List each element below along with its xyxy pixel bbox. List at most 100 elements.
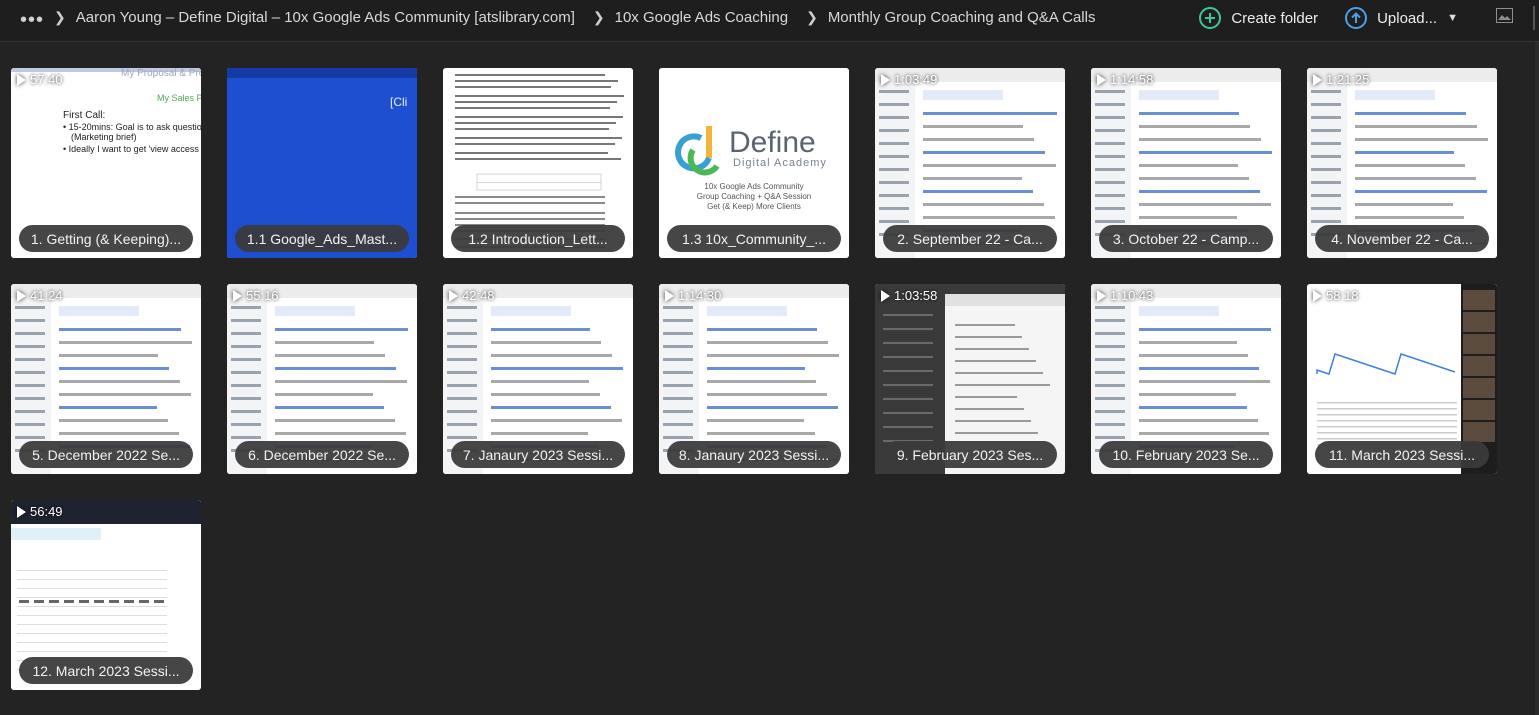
file-name-label: 7. Janaury 2023 Sessi... (451, 441, 625, 468)
file-name-label: 9. February 2023 Ses... (883, 441, 1057, 468)
play-icon (1097, 73, 1106, 86)
duration-text: 1:03:58 (894, 288, 938, 303)
play-icon (449, 289, 458, 302)
file-tile[interactable]: My Proposal & Pre My Sales P First Call: • … (11, 68, 201, 258)
chevron-right-icon: ❯ (806, 9, 818, 25)
breadcrumb-item[interactable]: Aaron Young – Define Digital – 10x Googl… (76, 9, 575, 26)
duration-text: 1:10:43 (1110, 288, 1154, 303)
duration-badge: 1:21:25 (1313, 72, 1369, 87)
file-tile[interactable]: 1:03:49 2. September 22 - Ca... (875, 68, 1065, 258)
play-icon (233, 289, 242, 302)
file-name: 6. December 2022 Se... (248, 446, 396, 463)
file-tile[interactable]: 1:03:58 9. February 2023 Ses... (875, 284, 1065, 474)
create-folder-label: Create folder (1231, 9, 1319, 27)
upload-label: Upload... (1377, 9, 1438, 27)
file-name-label: 1.2 Introduction_Lett... (451, 225, 625, 252)
create-folder-button[interactable]: Create folder (1199, 7, 1318, 29)
svg-text:(Marketing brief): (Marketing brief) (71, 132, 137, 142)
file-name-label: 1.3 10x_Community_... (667, 225, 841, 252)
duration-badge: 55:16 (233, 288, 279, 303)
file-name: 3. October 22 - Camp... (1112, 230, 1260, 247)
play-icon (17, 289, 26, 302)
chevron-down-icon[interactable]: ▼ (1447, 12, 1458, 24)
duration-badge: 42:48 (449, 288, 495, 303)
duration-badge: 1:03:49 (881, 72, 937, 87)
file-name: 9. February 2023 Ses... (896, 446, 1044, 463)
duration-badge: 1:14:58 (1097, 72, 1153, 87)
file-name-label: 1. Getting (& Keeping)... (19, 225, 193, 252)
file-name-label: 3. October 22 - Camp... (1099, 225, 1273, 252)
duration-text: 42:48 (462, 288, 495, 303)
duration-badge: 1:14:30 (665, 288, 721, 303)
file-tile[interactable]: Define Digital Academy 10x Google Ads Comm… (659, 68, 849, 258)
file-tile[interactable]: 1:14:58 3. October 22 - Camp... (1091, 68, 1281, 258)
file-grid: My Proposal & Pre My Sales P First Call: • … (11, 68, 1497, 690)
play-icon (1313, 289, 1322, 302)
file-name-label: 1.1 Google_Ads_Mast... (235, 225, 409, 252)
more-options-icon[interactable]: ••• (20, 9, 44, 32)
file-tile[interactable]: 1:10:43 10. February 2023 Se... (1091, 284, 1281, 474)
duration-text: 58:18 (1326, 288, 1359, 303)
svg-text:[Cli: [Cli (390, 95, 407, 109)
chevron-right-icon: ❯ (592, 9, 605, 25)
chevron-right-icon: ❯ (54, 9, 66, 25)
file-tile[interactable]: 58:18 11. March 2023 Sessi... (1307, 284, 1497, 474)
duration-badge: 1:10:43 (1097, 288, 1153, 303)
file-name: 1.1 Google_Ads_Mast... (246, 230, 398, 247)
info-panel-toggle[interactable] (1533, 6, 1535, 30)
svg-text:• Ideally I want to get 'view: • Ideally I want to get 'view access (63, 144, 199, 154)
file-tile[interactable]: 1:14:30 8. Janaury 2023 Sessi... (659, 284, 849, 474)
file-name-label: 8. Janaury 2023 Sessi... (667, 441, 841, 468)
breadcrumb-item[interactable]: 10x Google Ads Coaching (615, 9, 788, 26)
file-name-label: 11. March 2023 Sessi... (1315, 441, 1489, 468)
file-name: 1.2 Introduction_Lett... (468, 230, 608, 247)
file-name: 12. March 2023 Sessi... (32, 662, 180, 679)
image-view-icon[interactable] (1496, 8, 1513, 28)
file-name: 5. December 2022 Se... (32, 446, 180, 463)
duration-badge: 56:49 (17, 504, 63, 519)
file-name-label: 6. December 2022 Se... (235, 441, 409, 468)
scrollbar[interactable] (1535, 42, 1539, 715)
duration-text: 56:49 (30, 504, 63, 519)
play-icon (17, 73, 26, 86)
play-icon (881, 73, 890, 86)
file-tile[interactable]: 42:48 7. Janaury 2023 Sessi... (443, 284, 633, 474)
file-tile[interactable]: 1:21:25 4. November 22 - Ca... (1307, 68, 1497, 258)
duration-badge: 1:03:58 (881, 288, 937, 303)
file-name: 1. Getting (& Keeping)... (30, 230, 182, 247)
file-name: 7. Janaury 2023 Sessi... (462, 446, 614, 463)
duration-text: 1:21:25 (1326, 72, 1370, 87)
plus-circle-icon (1199, 7, 1222, 29)
play-icon (1313, 73, 1322, 86)
duration-badge: 57:40 (17, 72, 63, 87)
play-icon (1097, 289, 1106, 302)
file-tile[interactable]: 41:24 5. December 2022 Se... (11, 284, 201, 474)
file-tile[interactable]: 56:49 12. March 2023 Sessi... (11, 500, 201, 690)
duration-text: 1:03:49 (894, 72, 938, 87)
top-bar: ••• ❯ Aaron Young – Define Digital – 10x… (0, 0, 1539, 42)
file-tile[interactable]: 55:16 6. December 2022 Se... (227, 284, 417, 474)
file-name-label: 4. November 22 - Ca... (1315, 225, 1489, 252)
upload-button[interactable]: Upload... (1345, 7, 1437, 29)
file-name-label: 5. December 2022 Se... (19, 441, 193, 468)
file-name: 11. March 2023 Sessi... (1328, 446, 1476, 463)
svg-text:My Sales P: My Sales P (157, 93, 201, 103)
file-name: 2. September 22 - Ca... (897, 230, 1043, 247)
file-name: 10. February 2023 Se... (1112, 446, 1260, 463)
svg-text:• 15-20mins: Goal is to ask qu: • 15-20mins: Goal is to ask questio (63, 122, 201, 132)
file-name-label: 2. September 22 - Ca... (883, 225, 1057, 252)
file-tile[interactable]: 1.2 Introduction_Lett... (443, 68, 633, 258)
duration-text: 41:24 (30, 288, 63, 303)
svg-text:First Call:: First Call: (63, 110, 105, 121)
svg-text:Get (& Keep) More Clients: Get (& Keep) More Clients (707, 202, 801, 211)
file-tile[interactable]: [Cli 1.1 Google_Ads_Mast... (227, 68, 417, 258)
file-name: 1.3 10x_Community_... (682, 230, 826, 247)
play-icon (17, 505, 26, 518)
breadcrumb-item-current[interactable]: Monthly Group Coaching and Q&A Calls (828, 9, 1096, 26)
play-icon (665, 289, 674, 302)
svg-text:Define: Define (729, 126, 816, 159)
play-icon (881, 289, 890, 302)
file-name: 8. Janaury 2023 Sessi... (678, 446, 830, 463)
duration-badge: 41:24 (17, 288, 63, 303)
svg-text:Group Coaching + Q&A Session: Group Coaching + Q&A Session (697, 192, 812, 201)
